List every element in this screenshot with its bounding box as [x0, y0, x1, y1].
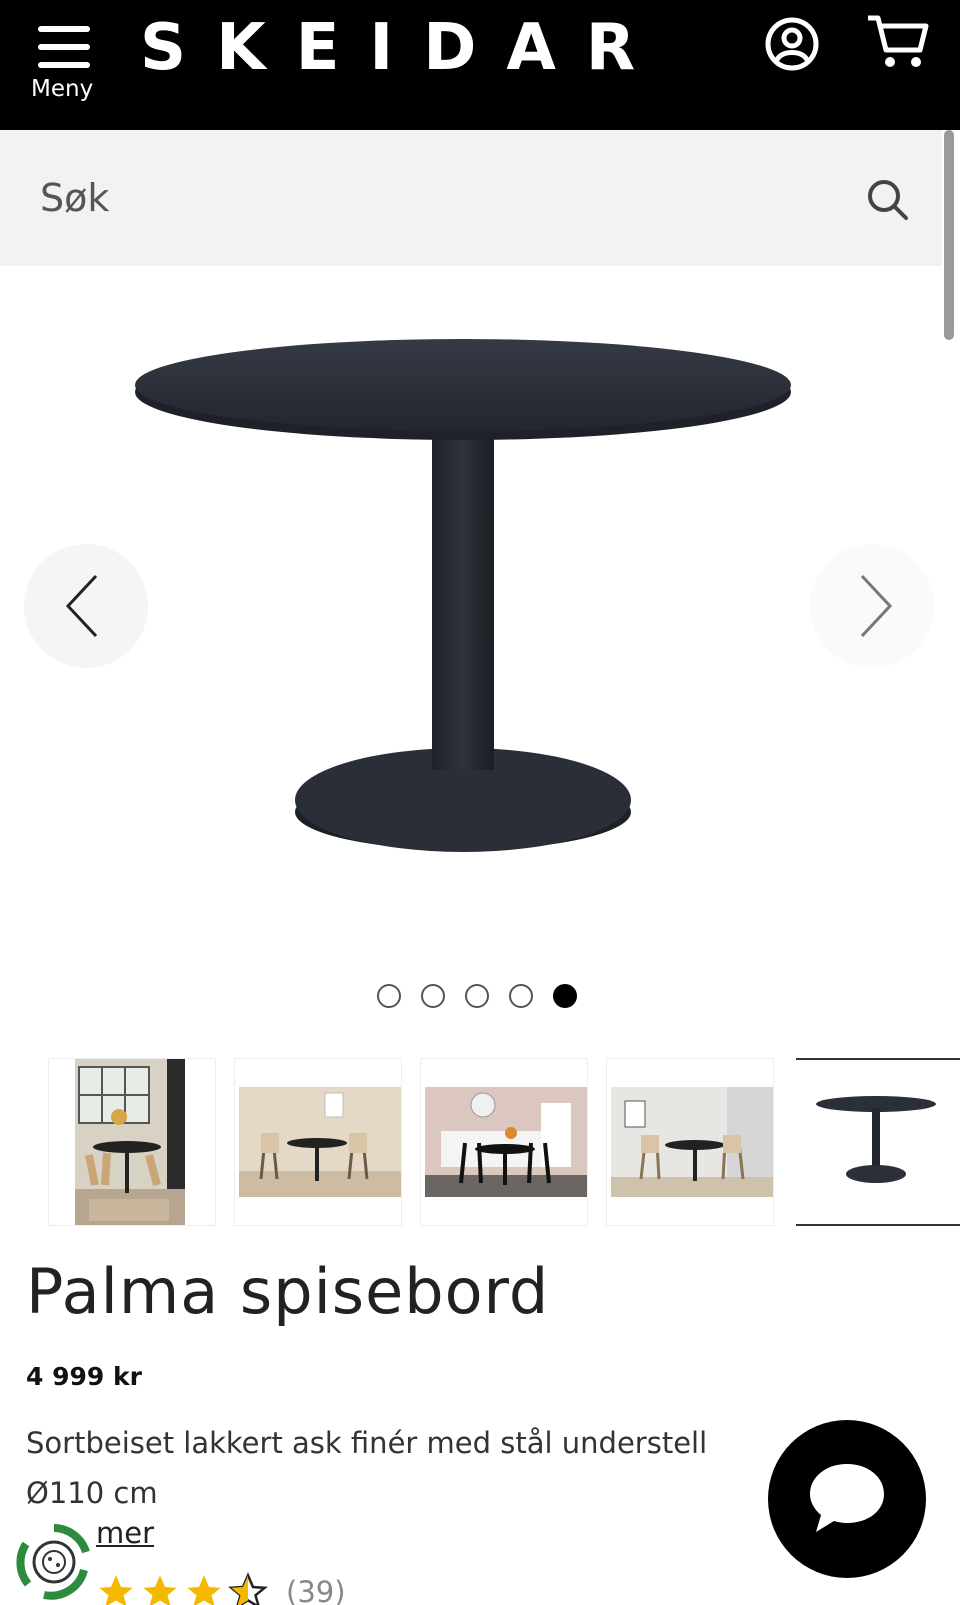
page-scrollbar[interactable]: [944, 130, 954, 340]
search-input[interactable]: [40, 170, 800, 226]
thumbnail-2[interactable]: [234, 1058, 402, 1226]
rating-count: (39): [286, 1575, 346, 1605]
description-line: Ø110 cm: [26, 1476, 158, 1510]
carousel-dot[interactable]: [509, 984, 533, 1008]
chevron-left-icon: [65, 574, 98, 638]
thumbnail-4[interactable]: [606, 1058, 774, 1226]
description-line: Sortbeiset lakkert ask finér med stål un…: [26, 1426, 708, 1460]
site-logo[interactable]: SKEIDAR: [140, 8, 665, 88]
product-image[interactable]: [130, 330, 820, 870]
thumbnail-5[interactable]: [796, 1058, 960, 1226]
eco-recycle-icon[interactable]: [14, 1522, 94, 1602]
thumbnail-3[interactable]: [420, 1058, 588, 1226]
carousel-dot[interactable]: [421, 984, 445, 1008]
menu-button[interactable]: Meny: [28, 14, 98, 110]
chat-bubble-icon: [810, 1464, 884, 1532]
carousel-dot[interactable]: [377, 984, 401, 1008]
product-price: 4 999 kr: [26, 1362, 142, 1391]
site-header: Meny SKEIDAR: [0, 0, 960, 130]
product-description: Sortbeiset lakkert ask finér med stål un…: [26, 1418, 806, 1518]
search-icon[interactable]: [866, 178, 910, 222]
carousel-dot-active[interactable]: [553, 984, 577, 1008]
star-icon: [143, 1575, 177, 1605]
half-star-icon: [228, 1572, 268, 1605]
chat-button[interactable]: [768, 1420, 926, 1578]
star-icon: [99, 1575, 133, 1605]
account-icon[interactable]: [764, 16, 820, 72]
hamburger-icon: [38, 20, 90, 68]
star-icon: [187, 1575, 221, 1605]
menu-label: Meny: [31, 76, 94, 102]
chevron-right-icon: [860, 574, 893, 638]
product-title: Palma spisebord: [26, 1255, 550, 1328]
next-image-button[interactable]: [810, 544, 934, 668]
carousel-dot[interactable]: [465, 984, 489, 1008]
cart-icon[interactable]: [866, 12, 930, 72]
search-bar: [0, 130, 942, 266]
thumbnail-strip: [48, 1058, 960, 1226]
product-rating[interactable]: (39): [96, 1572, 346, 1605]
carousel-dots: [377, 984, 577, 1014]
thumbnail-1[interactable]: [48, 1058, 216, 1226]
previous-image-button[interactable]: [24, 544, 148, 668]
read-more-link[interactable]: mer: [96, 1516, 154, 1550]
